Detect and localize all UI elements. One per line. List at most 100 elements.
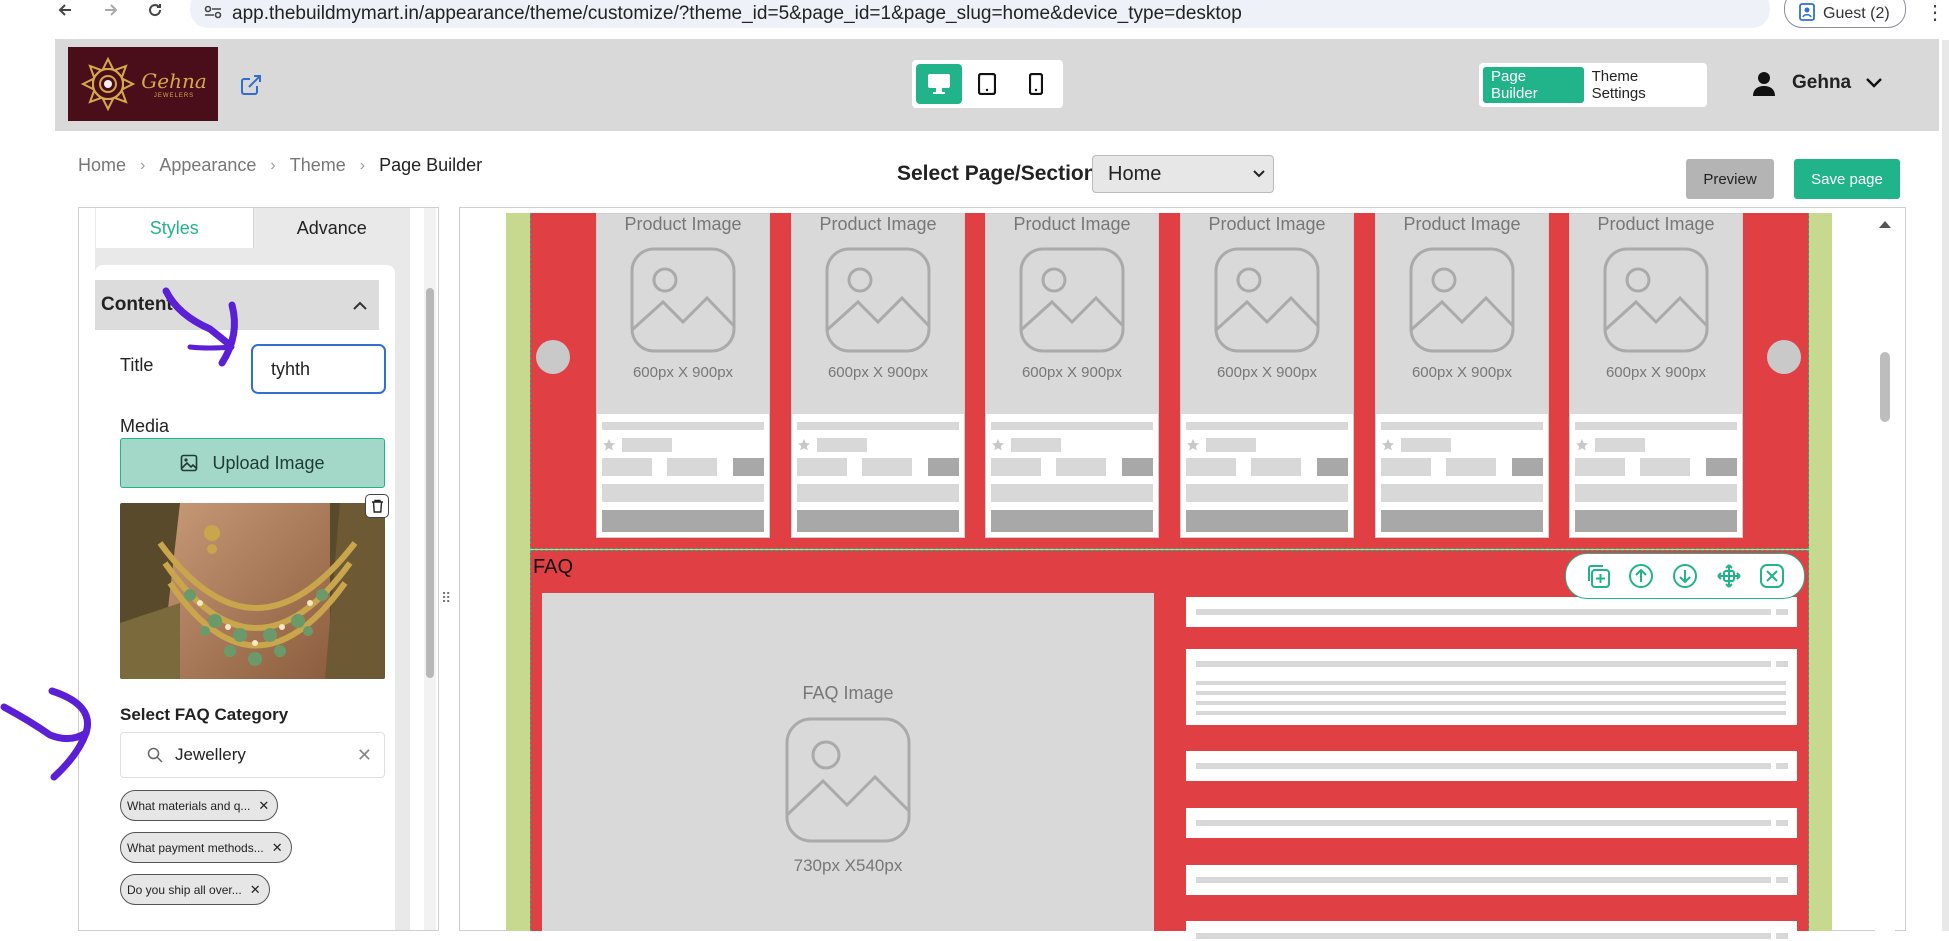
product-image-placeholder: Product Image 600px X 900px — [986, 214, 1158, 414]
brand-logo[interactable]: Gehna JEWELERS — [68, 47, 218, 121]
title-input[interactable]: tyhth — [251, 344, 386, 394]
faq-item-placeholder[interactable] — [1186, 808, 1797, 838]
skeleton-line — [1196, 681, 1786, 685]
chevron-right-icon: › — [359, 156, 366, 174]
external-link-icon[interactable] — [240, 74, 262, 101]
canvas-scrollbar-thumb[interactable] — [1880, 352, 1890, 422]
breadcrumb-appearance[interactable]: Appearance — [159, 155, 256, 176]
product-card[interactable]: Product Image 600px X 900px — [596, 213, 770, 538]
product-image-label: Product Image — [1403, 214, 1521, 234]
address-bar[interactable]: app.thebuildmymart.in/appearance/theme/c… — [190, 0, 1770, 28]
chevron-right-icon: › — [270, 156, 276, 174]
skeleton-line — [1196, 609, 1771, 615]
skeleton-line — [928, 458, 959, 476]
save-page-button[interactable]: Save page — [1794, 159, 1900, 199]
faq-category-select[interactable]: Jewellery ✕ — [120, 732, 385, 778]
image-placeholder-icon — [1214, 247, 1320, 353]
upload-image-label: Upload Image — [212, 452, 325, 473]
canvas-scrollbar-track[interactable] — [1875, 213, 1895, 931]
product-image-label: Product Image — [819, 214, 937, 234]
duplicate-icon[interactable] — [1584, 562, 1612, 590]
image-placeholder-icon — [1409, 247, 1515, 353]
faq-item-placeholder[interactable] — [1186, 649, 1797, 725]
upload-image-button[interactable]: Upload Image — [120, 438, 385, 488]
clear-icon[interactable]: ✕ — [357, 745, 372, 766]
browser-menu-icon[interactable]: ⋮ — [1925, 0, 1945, 25]
move-up-icon[interactable] — [1627, 562, 1655, 590]
title-label: Title — [120, 355, 154, 375]
product-image-dimensions: 600px X 900px — [827, 364, 929, 381]
skeleton-line — [1196, 820, 1771, 826]
remove-chip-icon[interactable]: ✕ — [272, 840, 283, 856]
image-placeholder-icon — [785, 717, 911, 843]
tab-advance[interactable]: Advance — [252, 208, 410, 248]
image-placeholder-icon — [1603, 247, 1709, 353]
breadcrumb-page-builder: Page Builder — [379, 155, 483, 175]
breadcrumb-home[interactable]: Home — [78, 155, 126, 176]
skeleton-line — [602, 484, 764, 502]
faq-item-placeholder[interactable] — [1186, 597, 1797, 627]
page-select[interactable]: Home — [1092, 155, 1274, 193]
faq-image-placeholder — [542, 593, 1154, 931]
delete-image-button[interactable] — [365, 494, 389, 518]
product-card[interactable]: Product Image 600px X 900px — [1375, 213, 1549, 538]
product-image-dimensions: 600px X 900px — [1021, 364, 1123, 381]
forward-icon[interactable] — [96, 0, 126, 20]
site-settings-icon[interactable] — [204, 5, 222, 24]
drag-move-icon[interactable] — [1715, 562, 1743, 590]
profile-button[interactable]: Guest (2) — [1784, 0, 1906, 28]
profile-icon — [1799, 2, 1815, 26]
scroll-up-icon[interactable] — [1878, 219, 1892, 229]
tablet-view-button[interactable] — [964, 64, 1010, 104]
mobile-view-button[interactable] — [1013, 64, 1059, 104]
mode-switcher: Page Builder Theme Settings — [1479, 63, 1707, 107]
carousel-prev-button[interactable] — [536, 340, 570, 374]
skeleton-line — [1776, 763, 1788, 769]
product-image-dimensions: 600px X 900px — [1411, 364, 1513, 381]
product-card[interactable]: Product Image 600px X 900px — [791, 213, 965, 538]
skeleton-line — [1196, 763, 1771, 769]
faq-image-label: FAQ Image — [802, 683, 894, 703]
product-card[interactable]: Product Image 600px X 900px — [1569, 213, 1743, 538]
page-builder-tab[interactable]: Page Builder — [1483, 67, 1584, 103]
faq-chip: Do you ship all over... ✕ — [120, 874, 270, 905]
page-scrollbar[interactable] — [1942, 40, 1949, 931]
skeleton-line — [1196, 691, 1786, 695]
carousel-next-button[interactable] — [1767, 340, 1801, 374]
media-label: Media — [120, 416, 170, 436]
breadcrumb: Home › Appearance › Theme › Page Builder — [78, 155, 482, 176]
tab-styles[interactable]: Styles — [96, 208, 253, 248]
desktop-view-button[interactable] — [916, 64, 963, 104]
faq-item-placeholder[interactable] — [1186, 865, 1797, 895]
title-input-value: tyhth — [271, 358, 311, 379]
star-icon — [1382, 439, 1394, 451]
faq-item-placeholder[interactable] — [1186, 921, 1797, 941]
faq-item-placeholder[interactable] — [1186, 751, 1797, 781]
app-header: Gehna JEWELERS Page Builder Theme Settin… — [55, 39, 1939, 131]
product-card[interactable]: Product Image 600px X 900px — [985, 213, 1159, 538]
preview-button[interactable]: Preview — [1686, 159, 1774, 199]
back-icon[interactable] — [50, 0, 80, 20]
skeleton-button — [1575, 510, 1737, 532]
resize-handle-icon[interactable]: ⠿ — [441, 590, 451, 607]
skeleton-line — [1186, 458, 1236, 476]
skeleton-line — [1122, 458, 1153, 476]
reload-icon[interactable] — [140, 0, 170, 20]
breadcrumb-theme[interactable]: Theme — [290, 155, 346, 176]
skeleton-line — [602, 458, 652, 476]
skeleton-line — [1776, 933, 1788, 939]
remove-chip-icon[interactable]: ✕ — [258, 798, 269, 814]
remove-chip-icon[interactable]: ✕ — [250, 882, 261, 898]
page-select-label: Select Page/Section: — [897, 162, 1104, 185]
annotation-arrow — [162, 287, 238, 367]
move-down-icon[interactable] — [1671, 562, 1699, 590]
product-card[interactable]: Product Image 600px X 900px — [1180, 213, 1354, 538]
chevron-down-icon — [1253, 170, 1265, 178]
faq-image-dimensions: 730px X540px — [793, 856, 903, 875]
user-menu[interactable]: Gehna — [1750, 69, 1883, 97]
panel-tabs: Styles Advance — [96, 208, 410, 248]
close-icon[interactable] — [1758, 562, 1786, 590]
theme-settings-tab[interactable]: Theme Settings — [1584, 67, 1703, 103]
panel-scrollbar-thumb[interactable] — [426, 288, 434, 678]
annotation-arrow — [0, 687, 91, 781]
